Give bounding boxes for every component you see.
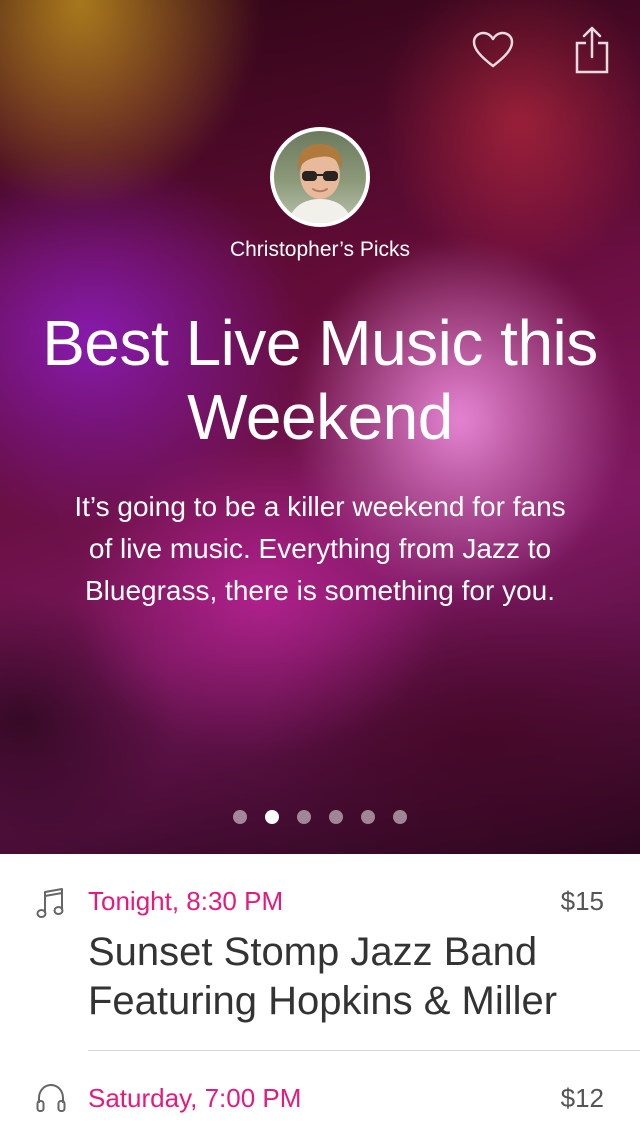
page-dot-3[interactable]	[297, 810, 311, 824]
page-dot-4[interactable]	[329, 810, 343, 824]
event-price: $15	[560, 886, 604, 916]
page-dot-2[interactable]	[265, 810, 279, 824]
page-dot-5[interactable]	[361, 810, 375, 824]
page-dot-6[interactable]	[393, 810, 407, 824]
heart-icon	[472, 31, 514, 68]
curator-avatar[interactable]	[270, 127, 370, 227]
collection-description: It’s going to be a killer weekend for fa…	[74, 491, 566, 606]
share-icon	[575, 26, 609, 74]
share-button[interactable]	[566, 22, 618, 78]
event-time: Saturday, 7:00 PM	[88, 1083, 302, 1113]
event-price: $12	[560, 1083, 604, 1113]
page-dot-1[interactable]	[233, 810, 247, 824]
music-note-icon	[36, 888, 64, 918]
collection-title: Best Live Music this Weekend	[42, 307, 598, 453]
hero-card[interactable]: Christopher’s Picks Best Live Music this…	[0, 0, 640, 854]
avatar-portrait	[288, 143, 352, 223]
event-list-item[interactable]: Saturday, 7:00 PM $12	[0, 1051, 640, 1136]
event-time: Tonight, 8:30 PM	[88, 886, 284, 916]
page-indicator[interactable]	[0, 810, 640, 824]
event-list-item[interactable]: Tonight, 8:30 PM $15 Sunset Stomp Jazz B…	[0, 854, 640, 1050]
event-name: Sunset Stomp Jazz Band Featuring Hopkins…	[88, 930, 558, 1023]
like-button[interactable]	[467, 22, 519, 78]
curator-name[interactable]: Christopher’s Picks	[0, 238, 640, 262]
headphones-icon	[36, 1083, 66, 1112]
